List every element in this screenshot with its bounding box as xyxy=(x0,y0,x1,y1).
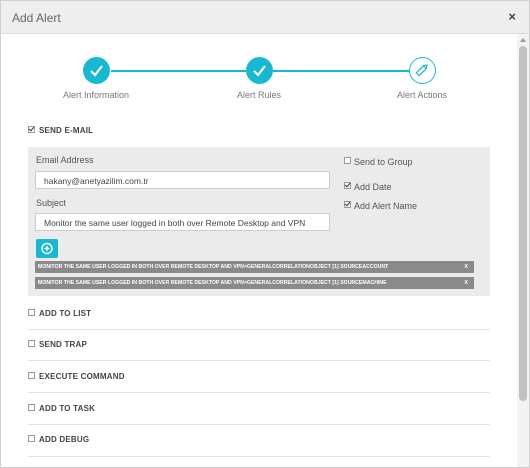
send-email-checkbox[interactable] xyxy=(28,126,35,133)
add-to-list-label: ADD TO LIST xyxy=(39,309,92,318)
divider xyxy=(28,392,490,393)
add-tag-button[interactable] xyxy=(36,239,58,258)
divider xyxy=(28,329,490,330)
add-alert-name-label: Add Alert Name xyxy=(354,201,418,211)
step-alert-rules[interactable] xyxy=(246,57,273,84)
divider xyxy=(28,360,490,361)
email-address-label: Email Address xyxy=(36,155,94,165)
execute-command-checkbox[interactable] xyxy=(28,372,35,379)
subject-label: Subject xyxy=(36,198,67,208)
email-field[interactable]: hakany@anetyazilim.com.tr xyxy=(35,171,330,189)
send-trap-label: SEND TRAP xyxy=(39,340,88,349)
scrollbar[interactable] xyxy=(517,34,529,467)
remove-tag-button[interactable]: X xyxy=(464,280,468,286)
send-trap-checkbox[interactable] xyxy=(28,340,35,347)
step-alert-information[interactable] xyxy=(83,57,110,84)
step-label: Alert Information xyxy=(62,90,130,100)
send-email-label: SEND E-MAIL xyxy=(39,126,94,135)
dialog-title: Add Alert xyxy=(12,11,61,25)
plus-circle-icon xyxy=(41,242,53,255)
add-to-task-label: ADD TO TASK xyxy=(39,404,96,413)
add-debug-checkbox[interactable] xyxy=(28,435,35,442)
send-to-group-checkbox[interactable] xyxy=(344,157,351,164)
add-to-list-checkbox[interactable] xyxy=(28,309,35,316)
scrollbar-thumb[interactable] xyxy=(519,46,527,401)
send-to-group-label: Send to Group xyxy=(354,157,413,167)
add-alert-dialog: Add Alert × Alert Information Alert Rule… xyxy=(0,0,530,468)
add-date-label: Add Date xyxy=(354,182,392,192)
wizard-connector xyxy=(273,70,409,72)
scroll-up-icon[interactable] xyxy=(520,38,526,42)
check-icon xyxy=(253,65,266,77)
variable-tag: MONITOR THE SAME USER LOGGED IN BOTH OVE… xyxy=(35,261,474,273)
tag-text: MONITOR THE SAME USER LOGGED IN BOTH OVE… xyxy=(38,280,387,286)
step-label: Alert Rules xyxy=(236,90,281,100)
dialog-titlebar: Add Alert × xyxy=(1,1,529,34)
pencil-icon xyxy=(415,64,428,77)
check-icon xyxy=(90,65,103,77)
tag-text: MONITOR THE SAME USER LOGGED IN BOTH OVE… xyxy=(38,264,389,270)
step-alert-actions[interactable] xyxy=(409,57,436,84)
execute-command-label: EXECUTE COMMAND xyxy=(39,372,125,381)
wizard-connector xyxy=(111,70,246,72)
step-label: Alert Actions xyxy=(396,90,448,100)
variable-tag: MONITOR THE SAME USER LOGGED IN BOTH OVE… xyxy=(35,277,474,289)
add-to-task-checkbox[interactable] xyxy=(28,404,35,411)
subject-field[interactable]: Monitor the same user logged in both ove… xyxy=(35,213,330,231)
divider xyxy=(28,456,490,457)
remove-tag-button[interactable]: X xyxy=(464,264,468,270)
add-alert-name-checkbox[interactable] xyxy=(344,201,351,208)
close-icon[interactable]: × xyxy=(508,9,516,24)
divider xyxy=(28,424,490,425)
add-date-checkbox[interactable] xyxy=(344,182,351,189)
add-debug-label: ADD DEBUG xyxy=(39,435,90,444)
